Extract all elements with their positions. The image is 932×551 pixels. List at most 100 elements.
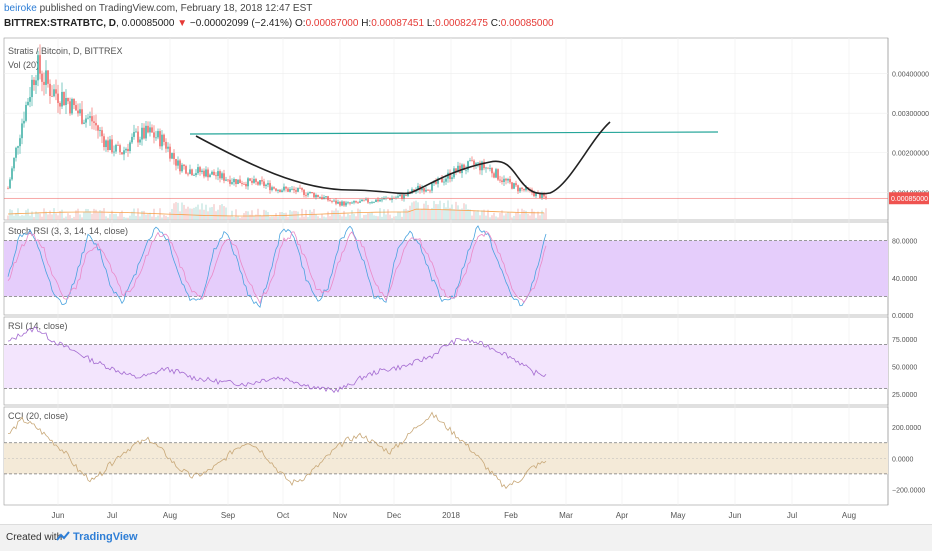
volume-bar <box>321 213 323 220</box>
x-tick-label: Aug <box>163 511 177 520</box>
volume-bar <box>317 216 319 220</box>
candle-body <box>109 139 111 150</box>
candle-body <box>31 79 33 98</box>
volume-bar <box>281 211 283 220</box>
volume-bar <box>479 215 481 220</box>
volume-bar <box>539 215 541 220</box>
volume-bar <box>47 214 49 220</box>
candle-body <box>311 192 313 194</box>
volume-bar <box>457 205 459 220</box>
candle-body <box>169 146 171 159</box>
candle-body <box>229 179 231 184</box>
candle-body <box>177 160 179 166</box>
volume-bar <box>37 213 39 220</box>
volume-bar <box>153 208 155 220</box>
candle-body <box>291 188 293 190</box>
candle-body <box>363 199 365 201</box>
candle-body <box>165 141 167 149</box>
volume-bar <box>453 209 455 220</box>
volume-bar <box>341 216 343 220</box>
candle-body <box>295 190 297 192</box>
candle-body <box>193 175 195 176</box>
candle-body <box>435 181 437 184</box>
candle-body <box>19 138 21 147</box>
candle-body <box>183 164 185 167</box>
osc-y-tick-3: −200.0000 <box>892 487 925 494</box>
tradingview-brand[interactable]: TradingView <box>73 531 138 543</box>
volume-bar <box>367 213 369 220</box>
volume-bar <box>51 214 53 220</box>
candle-body <box>207 169 209 178</box>
candle-body <box>521 187 523 189</box>
candle-body <box>149 127 151 133</box>
candle-body <box>67 97 69 102</box>
volume-bar <box>265 210 267 220</box>
volume-bar <box>481 210 483 220</box>
candle-body <box>431 183 433 191</box>
volume-bar <box>69 215 71 220</box>
candle-body <box>329 200 331 202</box>
volume-bar <box>167 217 169 220</box>
volume-bar <box>137 208 139 220</box>
volume-bar <box>253 216 255 220</box>
candle-body <box>205 169 207 177</box>
candle-body <box>495 169 497 178</box>
volume-bar <box>393 216 395 220</box>
volume-bar <box>147 214 149 220</box>
candle-body <box>221 173 223 179</box>
candle-body <box>277 189 279 191</box>
osc-y-tick-3: 0.0000 <box>892 456 914 463</box>
candle-body <box>15 147 17 158</box>
candle-body <box>493 173 495 178</box>
volume-bar <box>417 202 419 220</box>
volume-bar <box>109 214 111 220</box>
candle-body <box>187 173 189 175</box>
volume-bar <box>209 207 211 220</box>
volume-bar <box>115 213 117 220</box>
candle-body <box>145 125 147 139</box>
candle-body <box>243 183 245 185</box>
volume-bar <box>127 217 129 220</box>
volume-bar <box>545 208 547 220</box>
candle-body <box>261 180 263 182</box>
volume-bar <box>175 202 177 220</box>
candle-body <box>29 97 31 102</box>
volume-bar <box>493 212 495 220</box>
candle-body <box>319 197 321 198</box>
chart-canvas[interactable]: Jun Jul Aug Sep Oct Nov Dec 2018 Feb Mar Apr May Jun… <box>0 0 932 524</box>
candle-body <box>93 121 95 123</box>
volume-bar <box>519 214 521 220</box>
candle-body <box>369 202 371 204</box>
candle-body <box>371 202 373 204</box>
candle-body <box>251 180 253 183</box>
candle-body <box>373 202 375 203</box>
candle-body <box>265 184 267 187</box>
candle-body <box>523 188 525 191</box>
candle-body <box>263 181 265 187</box>
volume-bar <box>295 210 297 220</box>
candle-body <box>501 180 503 182</box>
volume-bar <box>515 212 517 220</box>
volume-bar <box>79 214 81 220</box>
candle-body <box>181 164 183 172</box>
volume-bar <box>489 217 491 220</box>
volume-bar <box>269 216 271 220</box>
candle-body <box>247 178 249 187</box>
volume-bar <box>201 203 203 220</box>
volume-bar <box>77 208 79 220</box>
volume-bar <box>199 209 201 220</box>
volume-bar <box>503 215 505 220</box>
volume-bar <box>27 208 29 220</box>
candle-body <box>199 167 201 173</box>
candle-body <box>289 189 291 192</box>
volume-bar <box>285 212 287 220</box>
volume-bar <box>227 215 229 220</box>
candle-body <box>195 173 197 176</box>
volume-bar <box>339 214 341 220</box>
volume-bar <box>543 212 545 220</box>
volume-bar <box>527 213 529 220</box>
candle-body <box>287 188 289 192</box>
candle-body <box>381 199 383 201</box>
volume-bar <box>303 216 305 220</box>
osc-y-tick-1: 0.0000 <box>892 313 914 320</box>
